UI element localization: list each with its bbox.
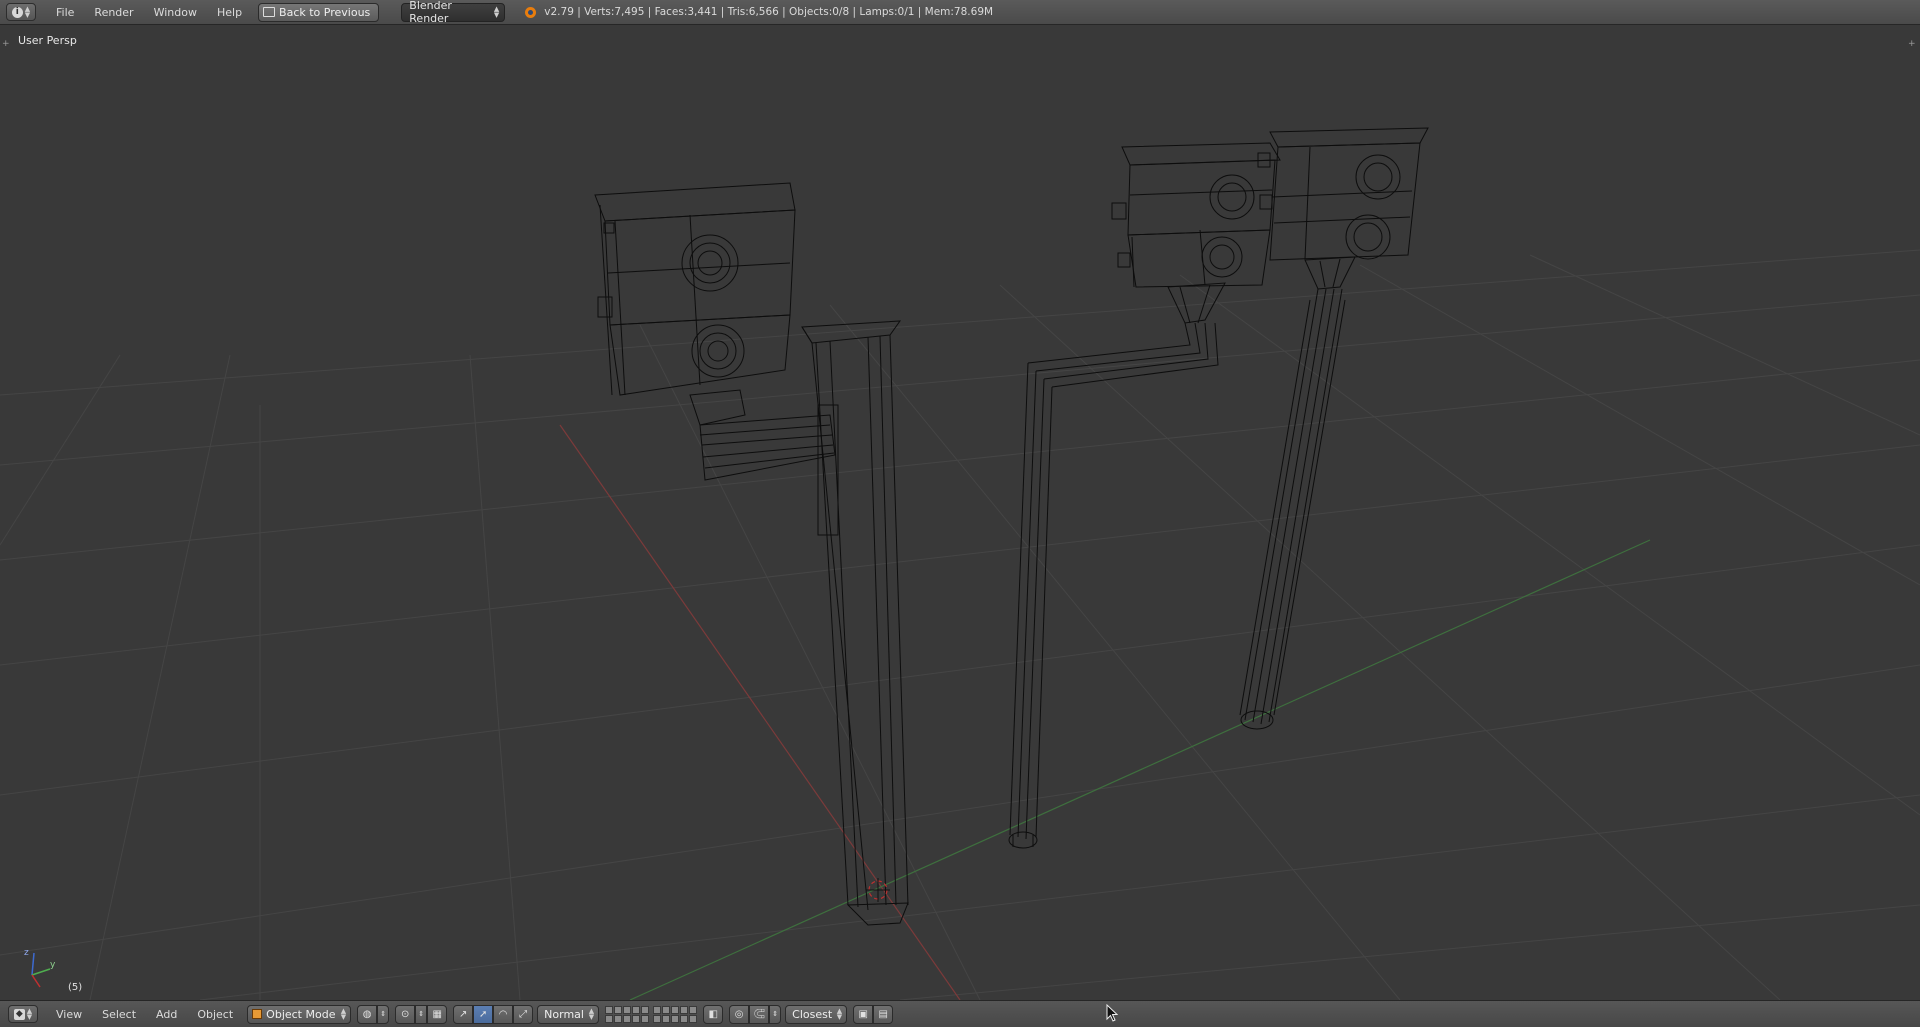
mode-label: Object Mode <box>266 1007 336 1021</box>
transform-orientation-select[interactable]: Normal ▲ ▼ <box>537 1004 600 1024</box>
editor-type-button[interactable]: i ▲ ▼ <box>6 3 36 21</box>
lock-layers-icon[interactable]: ◧ <box>703 1004 724 1024</box>
screen-icon <box>263 7 276 17</box>
3d-view-header: ◆ ▲ ▼ View Select Add Object Object Mode … <box>0 1000 1920 1027</box>
editor-type-button[interactable]: ◆ ▲ ▼ <box>8 1005 38 1023</box>
3d-view-icon: ◆ <box>13 1008 25 1020</box>
traffic-light-middle <box>1008 142 1281 849</box>
scene-stats: v2.79 | Verts:7,495 | Faces:3,441 | Tris… <box>544 6 994 18</box>
back-to-previous-button[interactable]: Back to Previous <box>258 2 380 22</box>
updown-arrows-icon[interactable]: ⇕ <box>769 1004 782 1024</box>
proportional-edit-icon[interactable]: ◎ <box>729 1004 750 1024</box>
menu-add[interactable]: Add <box>146 1008 187 1021</box>
menu-help[interactable]: Help <box>207 6 252 19</box>
info-icon: i <box>11 6 23 18</box>
updown-arrows-icon[interactable]: ⇕ <box>377 1004 390 1024</box>
menu-file[interactable]: File <box>46 6 84 19</box>
updown-arrows-icon: ▲ ▼ <box>836 1007 843 1021</box>
transform-orientation-label: Normal <box>544 1007 584 1021</box>
info-header: i ▲ ▼ File Render Window Help Back to Pre… <box>0 0 1920 25</box>
menu-render[interactable]: Render <box>84 6 143 19</box>
snap-toggle-icon[interactable]: 🧲︎ <box>749 1004 770 1024</box>
opengl-render-animation-icon[interactable]: ▤ <box>873 1004 894 1024</box>
menu-view[interactable]: View <box>46 1008 92 1021</box>
traffic-light-left <box>594 182 909 926</box>
region-toggle-icon[interactable]: + <box>2 39 10 49</box>
back-to-previous-label: Back to Previous <box>279 5 371 19</box>
frame-number: (5) <box>68 982 83 993</box>
view-menu-bar: View Select Add Object <box>46 1008 243 1021</box>
interaction-mode-select[interactable]: Object Mode ▲ ▼ <box>247 1004 352 1024</box>
traffic-light-right <box>1239 127 1429 730</box>
manipulator-group: ↗ ➚ ◠ ⤢ <box>453 1004 534 1024</box>
render-engine-label: Blender Render <box>409 0 452 25</box>
viewport-canvas: y z <box>0 127 1920 1000</box>
render-engine-select[interactable]: Blender Render ▲ ▼ <box>401 0 506 25</box>
layer-block-2[interactable] <box>653 1005 698 1023</box>
pivot-point-button[interactable]: ⊙ <box>395 1004 416 1024</box>
scale-manipulator-icon[interactable]: ⤢ <box>513 1004 534 1024</box>
snap-target-label: Closest <box>792 1007 833 1021</box>
updown-arrows-icon[interactable]: ⇕ <box>415 1004 428 1024</box>
view-perspective-label: User Persp <box>18 34 77 47</box>
axis-gizmo: y z <box>24 948 56 988</box>
updown-arrows-icon: ▲ ▼ <box>340 1007 347 1021</box>
opengl-render-image-icon[interactable]: ▣ <box>853 1004 874 1024</box>
pivot-group: ⊙ ⇕ ▦ <box>395 1004 448 1024</box>
snap-target-select[interactable]: Closest ▲ ▼ <box>785 1004 848 1024</box>
svg-text:z: z <box>24 948 29 958</box>
updown-arrows-icon: ▲ ▼ <box>588 1007 595 1021</box>
3d-viewport[interactable]: y z User Persp (5) + + <box>0 25 1920 1000</box>
info-menu: File Render Window Help <box>46 6 252 19</box>
updown-arrows-icon: ▲ ▼ <box>24 5 31 19</box>
translate-manipulator-icon[interactable]: ➚ <box>473 1004 494 1024</box>
render-group: ▣ ▤ <box>853 1004 894 1024</box>
proportional-edit-group: ◎ 🧲︎ ⇕ <box>729 1004 782 1024</box>
3d-cursor <box>866 878 890 902</box>
region-toggle-icon[interactable]: + <box>1908 39 1916 49</box>
svg-text:y: y <box>50 960 56 970</box>
menu-select[interactable]: Select <box>92 1008 146 1021</box>
rotate-manipulator-icon[interactable]: ◠ <box>493 1004 514 1024</box>
viewport-shading-button[interactable]: ◍ <box>357 1004 378 1024</box>
limit-selection-icon[interactable]: ▦ <box>427 1004 448 1024</box>
floor-grid <box>0 249 1920 1000</box>
mouse-cursor-icon <box>1106 1004 1118 1022</box>
menu-window[interactable]: Window <box>144 6 207 19</box>
manipulator-toggle-icon[interactable]: ↗ <box>453 1004 474 1024</box>
updown-arrows-icon: ▲ ▼ <box>26 1007 33 1021</box>
layer-block-1[interactable] <box>605 1005 650 1023</box>
menu-object[interactable]: Object <box>187 1008 243 1021</box>
blender-logo-icon <box>525 6 537 18</box>
layer-buttons <box>605 1005 698 1023</box>
x-axis-line <box>559 424 961 1000</box>
updown-arrows-icon: ▲ ▼ <box>493 5 500 19</box>
object-mode-icon <box>252 1009 263 1019</box>
shading-group: ◍ ⇕ <box>357 1004 390 1024</box>
